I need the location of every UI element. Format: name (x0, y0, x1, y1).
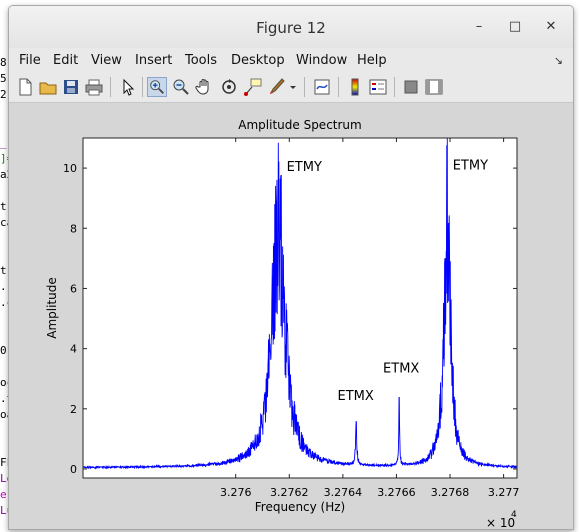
x-tick-label: 3.2768 (431, 486, 470, 499)
x-tick-label: 3.2764 (324, 486, 363, 499)
menu-view[interactable]: View (91, 53, 122, 68)
menu-bar: File Edit View Insert Tools Desktop Wind… (9, 48, 573, 72)
plot-area (83, 138, 517, 478)
menu-edit[interactable]: Edit (53, 53, 78, 68)
peak-annotation: ETMY (287, 160, 322, 175)
pointer-icon[interactable] (118, 77, 138, 97)
maximize-button[interactable]: □ (507, 19, 523, 35)
background-text-fragment: t (0, 200, 7, 213)
chart-title: Amplitude Spectrum (238, 118, 361, 132)
x-multiplier-exponent: 4 (511, 510, 517, 520)
print-icon[interactable] (84, 77, 104, 97)
y-axis-label: Amplitude (45, 277, 59, 339)
y-tick-label: 8 (70, 222, 77, 235)
menu-help[interactable]: Help (357, 53, 387, 68)
window-title: Figure 12 (256, 19, 326, 37)
menu-window[interactable]: Window (296, 53, 347, 68)
dock-arrow-icon[interactable]: ↘ (554, 54, 563, 67)
peak-annotation: ETMX (338, 389, 374, 404)
peak-annotation: ETMY (453, 159, 488, 174)
close-button[interactable]: ✕ (543, 19, 559, 35)
brush-dropdown-icon[interactable] (288, 77, 298, 97)
colorbar-icon[interactable] (345, 77, 365, 97)
link-plot-icon[interactable] (312, 77, 332, 97)
title-bar[interactable]: Figure 12 – □ ✕ (9, 6, 573, 48)
data-cursor-icon[interactable] (243, 77, 263, 97)
pan-hand-icon[interactable] (195, 77, 215, 97)
legend-icon[interactable] (368, 77, 388, 97)
open-file-icon[interactable] (38, 77, 58, 97)
toolbar-separator (304, 77, 305, 97)
menu-file[interactable]: File (19, 53, 41, 68)
y-tick-label: 4 (70, 343, 77, 356)
background-text-fragment: t (0, 264, 7, 277)
hide-plot-tools-icon[interactable] (401, 77, 421, 97)
new-figure-icon[interactable] (15, 77, 35, 97)
toolbar-separator (338, 77, 339, 97)
x-tick-label: 3.277 (488, 486, 520, 499)
x-tick-label: 3.2762 (270, 486, 309, 499)
background-text-fragment: 5 (0, 72, 7, 85)
figure-window: Figure 12 – □ ✕ File Edit View Insert To… (8, 5, 574, 530)
minimize-button[interactable]: – (471, 19, 487, 35)
x-tick-label: 3.276 (220, 486, 252, 499)
y-tick-label: 10 (63, 162, 77, 175)
toolbar-separator (394, 77, 395, 97)
toolbar-separator (110, 77, 111, 97)
amplitude-spectrum-chart[interactable]: Amplitude Spectrum 3.276 3.2762 3.2764 3.27… (9, 103, 573, 529)
zoom-out-icon[interactable] (171, 77, 191, 97)
y-tick-label: 2 (70, 403, 77, 416)
background-text-fragment: 8 (0, 56, 7, 69)
peak-annotation: ETMX (383, 362, 419, 377)
menu-tools[interactable]: Tools (185, 53, 217, 68)
show-plot-tools-icon[interactable] (424, 77, 444, 97)
zoom-in-icon[interactable] (147, 77, 167, 97)
toolbar-separator (142, 77, 143, 97)
menu-desktop[interactable]: Desktop (231, 53, 285, 68)
figure-canvas: Amplitude Spectrum 3.276 3.2762 3.2764 3.27… (9, 103, 573, 529)
x-tick-label: 3.2766 (377, 486, 416, 499)
y-tick-label: 0 (70, 463, 77, 476)
figure-toolbar (9, 72, 573, 103)
brush-icon[interactable] (267, 77, 287, 97)
rotate-3d-icon[interactable] (219, 77, 239, 97)
y-tick-label: 6 (70, 282, 77, 295)
x-axis-label: Frequency (Hz) (255, 500, 346, 514)
menu-insert[interactable]: Insert (135, 53, 172, 68)
save-icon[interactable] (61, 77, 81, 97)
